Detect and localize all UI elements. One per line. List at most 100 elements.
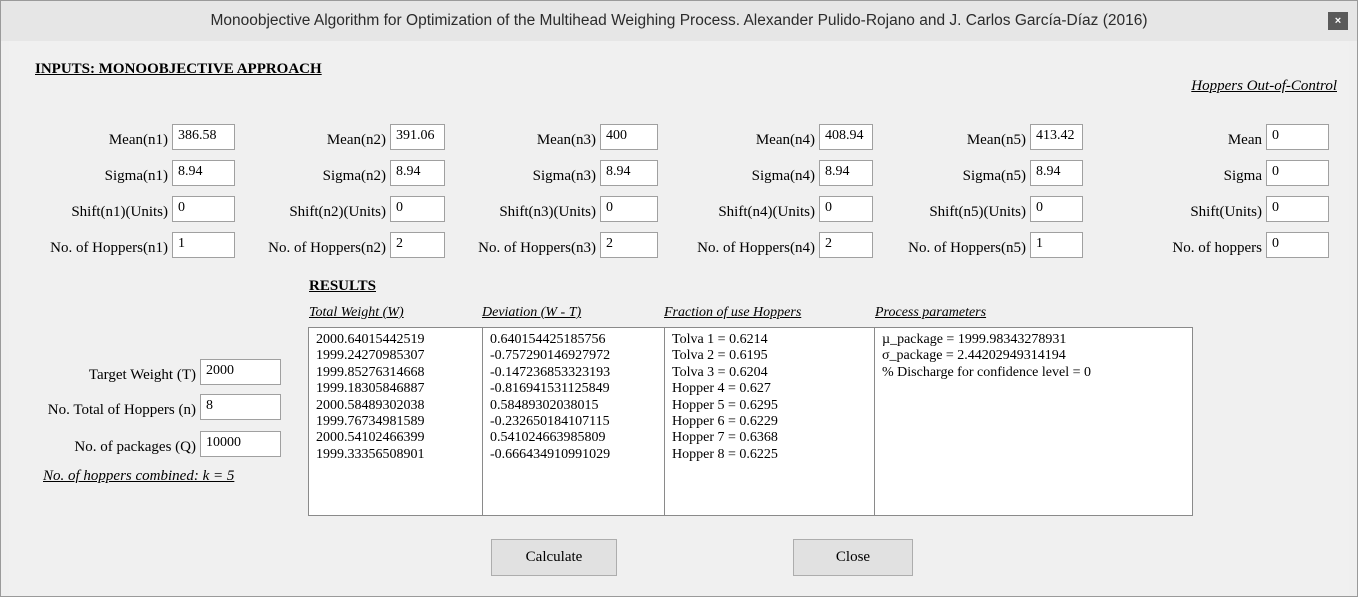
- app-window: Monoobjective Algorithm for Optimization…: [0, 0, 1358, 597]
- fraction-item: Hopper 5 = 0.6295: [672, 397, 778, 413]
- group4-hoppers-label: No. of Hoppers(n4): [697, 240, 815, 256]
- process-header: Process parameters: [875, 305, 987, 320]
- fraction-item: Hopper 4 = 0.627: [672, 381, 771, 397]
- window-title: Monoobjective Algorithm for Optimization…: [210, 12, 1148, 29]
- group3-sigma-label: Sigma(n3): [532, 168, 596, 184]
- total-weight-item: 1999.18305846887: [316, 381, 425, 397]
- deviation-item: 0.640154425185756: [490, 332, 606, 347]
- group6-sigma-label: Sigma: [1223, 168, 1262, 184]
- total-weight-item: 1999.85276314668: [316, 364, 425, 380]
- group6-mean-label: Mean: [1227, 132, 1262, 148]
- group2-mean-field[interactable]: 391.06: [390, 124, 445, 150]
- group4-mean-label: Mean(n4): [755, 132, 815, 148]
- deviation-item: -0.147236853323193: [490, 364, 611, 380]
- total-weight-header: Total Weight (W): [309, 305, 404, 320]
- group5-mean-field[interactable]: 413.42: [1030, 124, 1083, 150]
- results-heading: RESULTS: [309, 278, 376, 294]
- group5-shift-field[interactable]: 0: [1030, 196, 1083, 222]
- packages-label: No. of packages (Q): [74, 439, 196, 455]
- group2-shift-label: Shift(n2)(Units): [289, 204, 386, 220]
- group4-mean-field[interactable]: 408.94: [819, 124, 873, 150]
- group2-shift-field[interactable]: 0: [390, 196, 445, 222]
- group6-sigma-field[interactable]: 0: [1266, 160, 1329, 186]
- deviation-item: 0.541024663985809: [490, 430, 606, 446]
- group5-shift-label: Shift(n5)(Units): [929, 204, 1026, 220]
- fraction-header: Fraction of use Hoppers: [664, 305, 802, 320]
- group3-mean-field[interactable]: 400: [600, 124, 658, 150]
- group1-sigma-field[interactable]: 8.94: [172, 160, 235, 186]
- form-client-area: INPUTS: MONOOBJECTIVE APPROACH Hoppers O…: [9, 41, 1349, 596]
- total-weight-item: 1999.76734981589: [316, 414, 425, 430]
- inputs-heading: INPUTS: MONOOBJECTIVE APPROACH: [35, 61, 322, 77]
- group3-hoppers-field[interactable]: 2: [600, 232, 658, 258]
- target-weight-label: Target Weight (T): [88, 367, 196, 383]
- target-weight-field[interactable]: 2000: [200, 359, 281, 385]
- group1-shift-field[interactable]: 0: [172, 196, 235, 222]
- deviation-item: -0.666434910991029: [490, 446, 611, 462]
- total-weight-list[interactable]: 2000.64015442519 1999.24270985307 1999.852…: [308, 327, 483, 516]
- group3-sigma-field[interactable]: 8.94: [600, 160, 658, 186]
- group1-hoppers-field[interactable]: 1: [172, 232, 235, 258]
- group6-hoppers-field[interactable]: 0: [1266, 232, 1329, 258]
- process-parameter-item: σ_package = 2.44202949314194: [882, 348, 1066, 364]
- fraction-item: Tolva 2 = 0.6195: [672, 348, 768, 364]
- deviation-item: 0.58489302038015: [490, 397, 599, 413]
- deviation-item: -0.232650184107115: [490, 414, 610, 430]
- group2-hoppers-label: No. of Hoppers(n2): [268, 240, 386, 256]
- deviation-item: -0.757290146927972: [490, 348, 611, 364]
- group3-mean-label: Mean(n3): [536, 132, 596, 148]
- group3-shift-label: Shift(n3)(Units): [499, 204, 596, 220]
- group3-shift-field[interactable]: 0: [600, 196, 658, 222]
- total-weight-item: 1999.24270985307: [316, 348, 425, 364]
- deviation-item: -0.816941531125849: [490, 381, 610, 397]
- fraction-item: Hopper 7 = 0.6368: [672, 430, 778, 446]
- total-weight-item: 2000.54102466399: [316, 430, 425, 446]
- deviation-header: Deviation (W - T): [482, 305, 582, 320]
- group2-mean-label: Mean(n2): [326, 132, 386, 148]
- group4-sigma-label: Sigma(n4): [751, 168, 815, 184]
- hoppers-combined-text: No. of hoppers combined: k = 5: [43, 468, 235, 484]
- group1-sigma-label: Sigma(n1): [104, 168, 168, 184]
- group4-shift-label: Shift(n4)(Units): [718, 204, 815, 220]
- group5-hoppers-field[interactable]: 1: [1030, 232, 1083, 258]
- fraction-list[interactable]: Tolva 1 = 0.6214 Tolva 2 = 0.6195 Tolva 3 …: [664, 327, 875, 516]
- group3-hoppers-label: No. of Hoppers(n3): [478, 240, 596, 256]
- group1-shift-label: Shift(n1)(Units): [71, 204, 168, 220]
- calculate-button[interactable]: Calculate: [491, 539, 617, 576]
- group2-sigma-field[interactable]: 8.94: [390, 160, 445, 186]
- fraction-item: Hopper 6 = 0.6229: [672, 414, 778, 430]
- fraction-item: Hopper 8 = 0.6225: [672, 446, 778, 462]
- group5-hoppers-label: No. of Hoppers(n5): [908, 240, 1026, 256]
- close-window-icon[interactable]: ×: [1328, 12, 1348, 30]
- group5-mean-label: Mean(n5): [966, 132, 1026, 148]
- group6-shift-label: Shift(Units): [1190, 204, 1262, 220]
- process-parameters-list[interactable]: µ_package = 1999.98343278931 σ_package = …: [874, 327, 1193, 516]
- total-hoppers-label: No. Total of Hoppers (n): [47, 402, 196, 418]
- group2-hoppers-field[interactable]: 2: [390, 232, 445, 258]
- group4-shift-field[interactable]: 0: [819, 196, 873, 222]
- fraction-item: Tolva 1 = 0.6214: [672, 332, 768, 347]
- group4-hoppers-field[interactable]: 2: [819, 232, 873, 258]
- total-weight-item: 2000.58489302038: [316, 397, 425, 413]
- group6-hoppers-label: No. of hoppers: [1172, 240, 1262, 256]
- process-parameter-item: µ_package = 1999.98343278931: [882, 332, 1067, 347]
- process-parameter-item: % Discharge for confidence level = 0: [882, 364, 1091, 380]
- group4-sigma-field[interactable]: 8.94: [819, 160, 873, 186]
- group6-shift-field[interactable]: 0: [1266, 196, 1329, 222]
- fraction-item: Tolva 3 = 0.6204: [672, 364, 768, 380]
- total-weight-item: 2000.64015442519: [316, 332, 425, 347]
- group6-mean-field[interactable]: 0: [1266, 124, 1329, 150]
- group2-sigma-label: Sigma(n2): [322, 168, 386, 184]
- total-weight-item: 1999.33356508901: [316, 446, 425, 462]
- packages-field[interactable]: 10000: [200, 431, 281, 457]
- close-button[interactable]: Close: [793, 539, 913, 576]
- title-bar[interactable]: Monoobjective Algorithm for Optimization…: [1, 1, 1357, 41]
- total-hoppers-field[interactable]: 8: [200, 394, 281, 420]
- group5-sigma-label: Sigma(n5): [962, 168, 1026, 184]
- group1-hoppers-label: No. of Hoppers(n1): [50, 240, 168, 256]
- group5-sigma-field[interactable]: 8.94: [1030, 160, 1083, 186]
- group1-mean-field[interactable]: 386.58: [172, 124, 235, 150]
- group1-mean-label: Mean(n1): [108, 132, 168, 148]
- out-of-control-heading: Hoppers Out-of-Control: [1191, 78, 1337, 94]
- deviation-list[interactable]: 0.640154425185756 -0.757290146927972 -0.14…: [482, 327, 665, 516]
